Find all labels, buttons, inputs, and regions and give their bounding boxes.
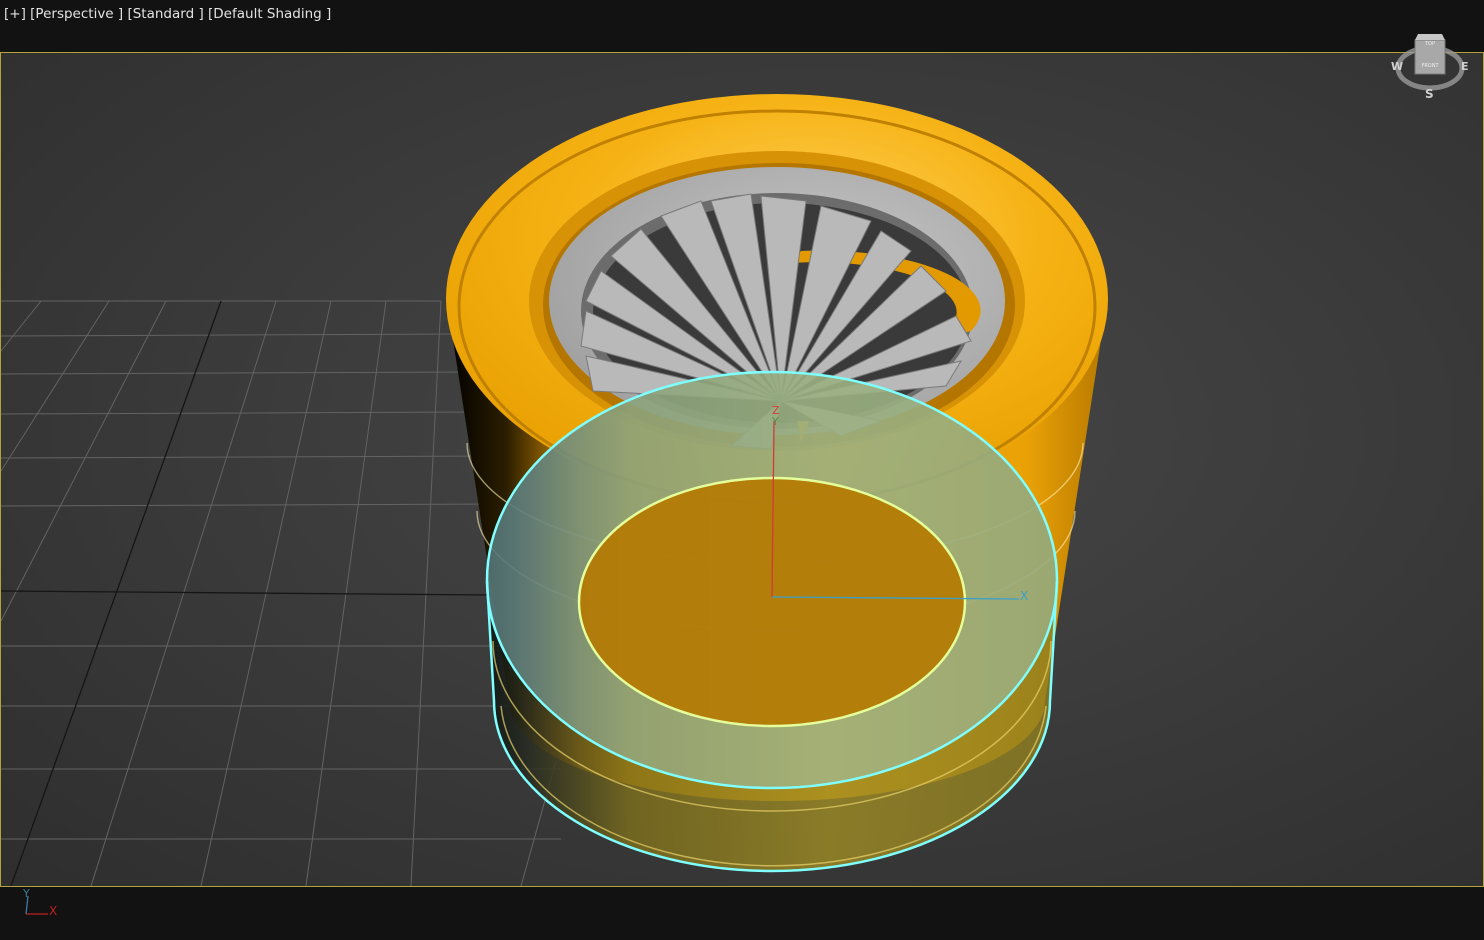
perspective-viewport[interactable]: Z Y X <box>0 52 1484 887</box>
scene-canvas[interactable]: Z Y X <box>1 53 1483 886</box>
gizmo-x-label: X <box>1020 589 1028 603</box>
viewport-label-menu: [+] [Perspective ] [Standard ] [Default … <box>4 6 331 22</box>
viewport-header: [+] [Perspective ] [Standard ] [Default … <box>0 0 1484 52</box>
viewcube-compass-s[interactable]: S <box>1425 87 1434 101</box>
viewport-footer <box>0 887 1484 940</box>
gizmo-y-label: Y <box>771 415 779 428</box>
viewcube-compass-e[interactable]: E <box>1461 60 1469 73</box>
selection-hole <box>579 478 965 726</box>
viewcube-top-face[interactable] <box>1415 34 1445 40</box>
viewcube-top-label: TOP <box>1424 41 1435 47</box>
grid-axis-lines <box>1 300 492 886</box>
tripod-x-label: X <box>49 904 57 918</box>
viewport-point-of-view-menu[interactable]: [Perspective ] <box>30 6 123 22</box>
viewcube-compass-w[interactable]: W <box>1391 60 1403 73</box>
viewcube[interactable]: TOP FRONT W E S <box>1388 32 1474 104</box>
tripod-y-label: Y <box>22 887 30 900</box>
viewport-shading-menu[interactable]: [Default Shading ] <box>208 6 331 22</box>
viewcube-front-label: FRONT <box>1421 63 1439 69</box>
viewport-general-menu[interactable]: [+] <box>4 6 26 22</box>
viewport-preset-menu[interactable]: [Standard ] <box>127 6 203 22</box>
world-axis-tripod: X Y <box>22 887 57 918</box>
selected-cylinder[interactable] <box>485 370 1059 873</box>
